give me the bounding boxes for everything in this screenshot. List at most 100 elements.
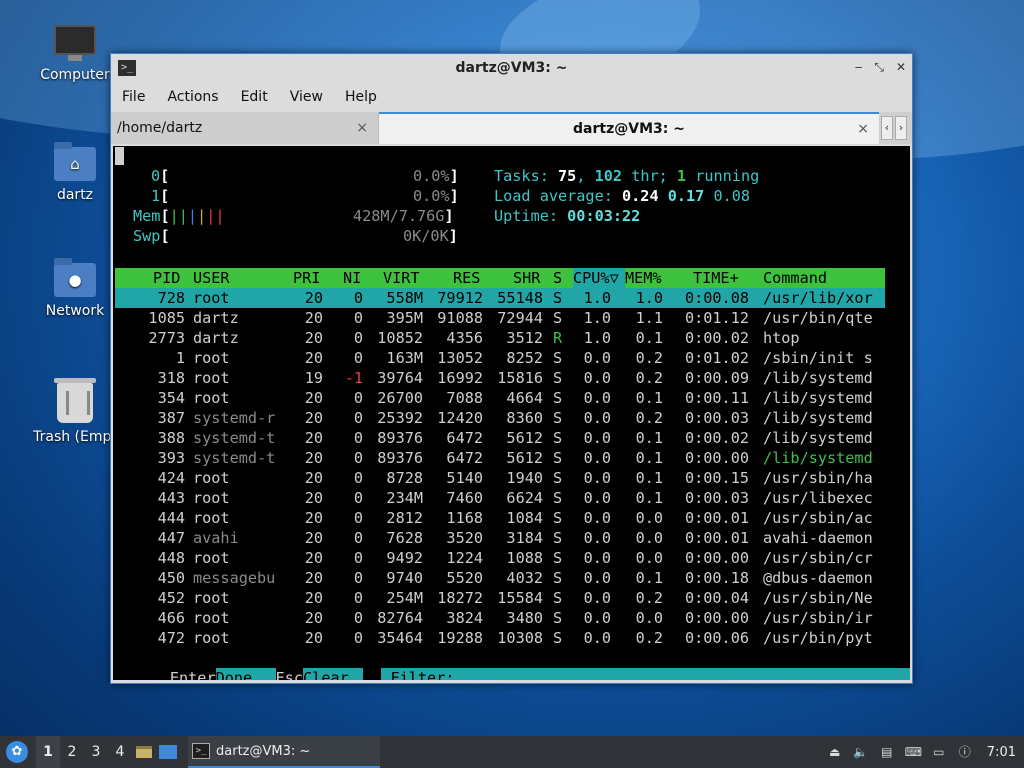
tasks-summary: Tasks: 75, 102 thr; 1 running xyxy=(494,167,760,185)
tab-close-icon[interactable]: × xyxy=(857,121,869,137)
network-icon[interactable]: ▭ xyxy=(931,744,947,760)
menu-help[interactable]: Help xyxy=(345,89,377,105)
process-row[interactable]: 1 root 20 0 163M 13052 8252 S 0.0 0.2 0:01.02/sbin… xyxy=(115,348,885,368)
cell-pri: 20 xyxy=(304,469,323,487)
menu-view[interactable]: View xyxy=(290,89,323,105)
done-button[interactable]: Done xyxy=(215,668,276,680)
notification-icon[interactable]: ⓘ xyxy=(957,744,973,760)
cell-ni: 0 xyxy=(353,489,363,507)
window-titlebar[interactable]: >_ dartz@VM3: ~ ‒ ⤡ ✕ xyxy=(111,54,912,82)
cell-time: 0:00.06 xyxy=(684,629,749,647)
cell-cmd: htop xyxy=(763,329,800,347)
cell-ni: 0 xyxy=(353,609,363,627)
cell-s: S xyxy=(553,529,563,547)
tab-home-dartz[interactable]: /home/dartz × xyxy=(111,112,379,144)
cell-cmd: /usr/bin/qte xyxy=(763,309,873,327)
col-state[interactable]: S xyxy=(553,268,562,288)
cell-virt: 9740 xyxy=(386,569,423,587)
cell-s: S xyxy=(553,409,563,427)
cell-cpu: 0.0 xyxy=(583,449,611,467)
cell-mem: 0.2 xyxy=(635,629,663,647)
keyboard-icon[interactable]: ⌨ xyxy=(905,744,922,760)
desktop-icon-home[interactable]: ⌂ dartz xyxy=(27,142,123,203)
desktop-icon-network[interactable]: ● Network xyxy=(27,258,123,319)
process-row[interactable]: 354 root 20 0 26700 7088 4664 S 0.0 0.1 0:00.11/li… xyxy=(115,388,885,408)
cell-virt: 2812 xyxy=(386,509,423,527)
process-row[interactable]: 1085 dartz 20 0 395M 91088 72944 S 1.0 1.1 0:01.12… xyxy=(115,308,885,328)
clear-button[interactable]: Clear xyxy=(303,668,364,680)
terminal-icon: >_ xyxy=(192,743,210,759)
clipboard-icon[interactable]: ▤ xyxy=(879,744,895,760)
cell-user: root xyxy=(193,289,230,307)
process-row[interactable]: 448 root 20 0 9492 1224 1088 S 0.0 0.0 0:00.00/usr… xyxy=(115,548,885,568)
process-row-selected[interactable]: 728 root 20 0 558M 79912 55148 S 1.0 1.0 0:00.08/u… xyxy=(115,288,885,308)
col-command[interactable]: Command xyxy=(763,268,827,288)
tab-scroll-right-button[interactable]: › xyxy=(895,116,907,140)
uptime: Uptime: 00:03:22 xyxy=(494,207,641,225)
process-table-header: PID USER PRI NI VIRT RES SHR S CPU%▽ MEM… xyxy=(115,268,885,288)
tab-close-icon[interactable]: × xyxy=(356,120,368,136)
col-mem[interactable]: MEM% xyxy=(625,268,662,288)
cell-shr: 1940 xyxy=(506,469,543,487)
menu-file[interactable]: File xyxy=(122,89,145,105)
cell-pid: 388 xyxy=(157,429,185,447)
network-folder-icon: ● xyxy=(54,258,96,297)
workspace-4[interactable]: 4 xyxy=(108,736,132,768)
process-row[interactable]: 387 systemd-r 20 0 25392 12420 8360 S 0.0 0.2 0:00… xyxy=(115,408,885,428)
cell-pid: 450 xyxy=(157,569,185,587)
process-row[interactable]: 388 systemd-t 20 0 89376 6472 5612 S 0.0 0.1 0:00.… xyxy=(115,428,885,448)
col-user[interactable]: USER xyxy=(193,268,230,288)
col-shr[interactable]: SHR xyxy=(513,268,540,288)
volume-icon[interactable]: 🔈 xyxy=(853,744,869,760)
col-virt[interactable]: VIRT xyxy=(383,268,420,288)
cell-ni: 0 xyxy=(353,529,363,547)
close-window-button[interactable]: ✕ xyxy=(896,60,906,75)
process-row[interactable]: 447 avahi 20 0 7628 3520 3184 S 0.0 0.0 0:00.01 ava… xyxy=(115,528,885,548)
workspace-1[interactable]: 1 xyxy=(36,736,60,768)
cell-res: 7088 xyxy=(446,389,483,407)
process-row[interactable]: 444 root 20 0 2812 1168 1084 S 0.0 0.0 0:00.01/usr… xyxy=(115,508,885,528)
process-row[interactable]: 450 messagebu 20 0 9740 5520 4032 S 0.0 0.1 0:00.1… xyxy=(115,568,885,588)
menu-edit[interactable]: Edit xyxy=(241,89,268,105)
cell-cpu: 0.0 xyxy=(583,589,611,607)
col-cpu-sorted[interactable]: CPU%▽ xyxy=(573,268,625,288)
process-row[interactable]: 393 systemd-t 20 0 89376 6472 5612 S 0.0 0.1 0:00.… xyxy=(115,448,885,468)
desktop-icon-trash[interactable]: Trash (Empt xyxy=(27,377,123,445)
terminal-output[interactable]: 0[ 0.0%] 1[ 0.0%] Mem[|||||| 428M/7.76G]… xyxy=(113,146,910,680)
cell-cpu: 0.0 xyxy=(583,369,611,387)
taskbar-task-terminal[interactable]: >_ dartz@VM3: ~ xyxy=(188,736,380,768)
cell-time: 0:00.02 xyxy=(684,329,749,347)
process-row[interactable]: 424 root 20 0 8728 5140 1940 S 0.0 0.1 0:00.15/usr… xyxy=(115,468,885,488)
workspace-2[interactable]: 2 xyxy=(60,736,84,768)
process-row[interactable]: 452 root 20 0 254M 18272 15584 S 0.0 0.2 0:00.04/u… xyxy=(115,588,885,608)
file-manager-launcher-icon[interactable] xyxy=(132,736,156,768)
show-desktop-icon[interactable] xyxy=(156,736,180,768)
col-ni[interactable]: NI xyxy=(343,268,361,288)
minimize-button[interactable]: ‒ xyxy=(855,60,863,75)
filter-input[interactable]: Filter: xyxy=(381,668,910,680)
eject-icon[interactable]: ⏏ xyxy=(827,744,843,760)
col-time[interactable]: TIME+ xyxy=(693,268,739,288)
clock[interactable]: 7:01 xyxy=(987,745,1016,760)
desktop-icon-label: dartz xyxy=(56,187,94,203)
start-menu-button[interactable]: ✿ xyxy=(6,741,28,763)
desktop-icon-label: Trash (Empt xyxy=(33,429,117,445)
menu-actions[interactable]: Actions xyxy=(167,89,218,105)
tab-scroll-left-button[interactable]: ‹ xyxy=(881,116,893,140)
cell-ni: 0 xyxy=(353,589,363,607)
maximize-button[interactable]: ⤡ xyxy=(874,60,884,75)
workspace-3[interactable]: 3 xyxy=(84,736,108,768)
process-row[interactable]: 2773 dartz 20 0 10852 4356 3512 R 1.0 0.1 0:00.02 h… xyxy=(115,328,885,348)
desktop-icon-computer[interactable]: Computer xyxy=(27,25,123,83)
col-pri[interactable]: PRI xyxy=(293,268,320,288)
cell-res: 18272 xyxy=(437,589,483,607)
process-row[interactable]: 466 root 20 0 82764 3824 3480 S 0.0 0.0 0:00.00/us… xyxy=(115,608,885,628)
process-row[interactable]: 318 root 19 -1 39764 16992 15816 S 0.0 0.2 0:00.09… xyxy=(115,368,885,388)
tab-dartz-vm3[interactable]: dartz@VM3: ~ × xyxy=(379,112,879,144)
process-row[interactable]: 472 root 20 0 35464 19288 10308 S 0.0 0.2 0:00.06 /… xyxy=(115,628,885,648)
mem-value: 428M/7.76G] xyxy=(353,207,454,225)
col-pid[interactable]: PID xyxy=(153,268,180,288)
process-row[interactable]: 443 root 20 0 234M 7460 6624 S 0.0 0.1 0:00.03/usr… xyxy=(115,488,885,508)
col-res[interactable]: RES xyxy=(453,268,480,288)
cell-virt: 10852 xyxy=(377,329,423,347)
